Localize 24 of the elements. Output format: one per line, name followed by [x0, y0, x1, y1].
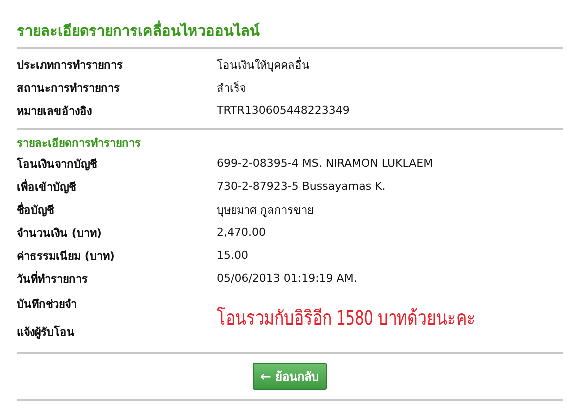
field-label: จำนวนเงิน (บาท)	[17, 226, 103, 242]
field-label: เพื่อเข้าบัญชี	[17, 178, 78, 196]
field-value: 699-2-08395-4 MS. NIRAMON LUKLAEM	[217, 157, 434, 170]
field-label: โอนเงินจากบัญชี	[17, 156, 98, 172]
field-label: วันที่ทำรายการ	[17, 270, 89, 288]
field-value: TRTR130605448223349	[217, 104, 351, 117]
field-value: บุษยมาศ กูลการขาย	[217, 202, 314, 218]
field-value: สำเร็จ	[217, 80, 247, 96]
back-button[interactable]: ← ย้อนกลับ	[253, 363, 327, 390]
field-label: แจ้งผู้รับโอน	[17, 324, 76, 342]
field-label: ประเภทการทำรายการ	[17, 58, 124, 74]
field-label: บันทึกช่วยจำ	[17, 297, 78, 313]
page-title: รายละเอียดรายการเคลื่อนไหวออนไลน์	[17, 19, 563, 41]
field-value: 730-2-87923-5 Bussayamas K.	[217, 180, 387, 193]
section-heading: รายละเอียดการทำรายการ	[17, 136, 142, 152]
field-value: 05/06/2013 01:19:19 AM.	[217, 272, 358, 285]
field-label: สถานะการทำรายการ	[17, 80, 121, 96]
field-value: 2,470.00	[217, 226, 267, 239]
field-label: ชื่อบัญชี	[17, 201, 56, 218]
field-label: หมายเลขอ้างอิง	[17, 104, 93, 120]
field-value: โอนเงินให้บุคคลอื่น	[217, 56, 311, 74]
field-value: 15.00	[217, 249, 250, 262]
memo-note: โอนรวมกับอิริอีก 1580 บาทด้วยนะคะ	[217, 305, 476, 332]
field-label: ค่าธรรมเนียม (บาท)	[17, 248, 116, 264]
